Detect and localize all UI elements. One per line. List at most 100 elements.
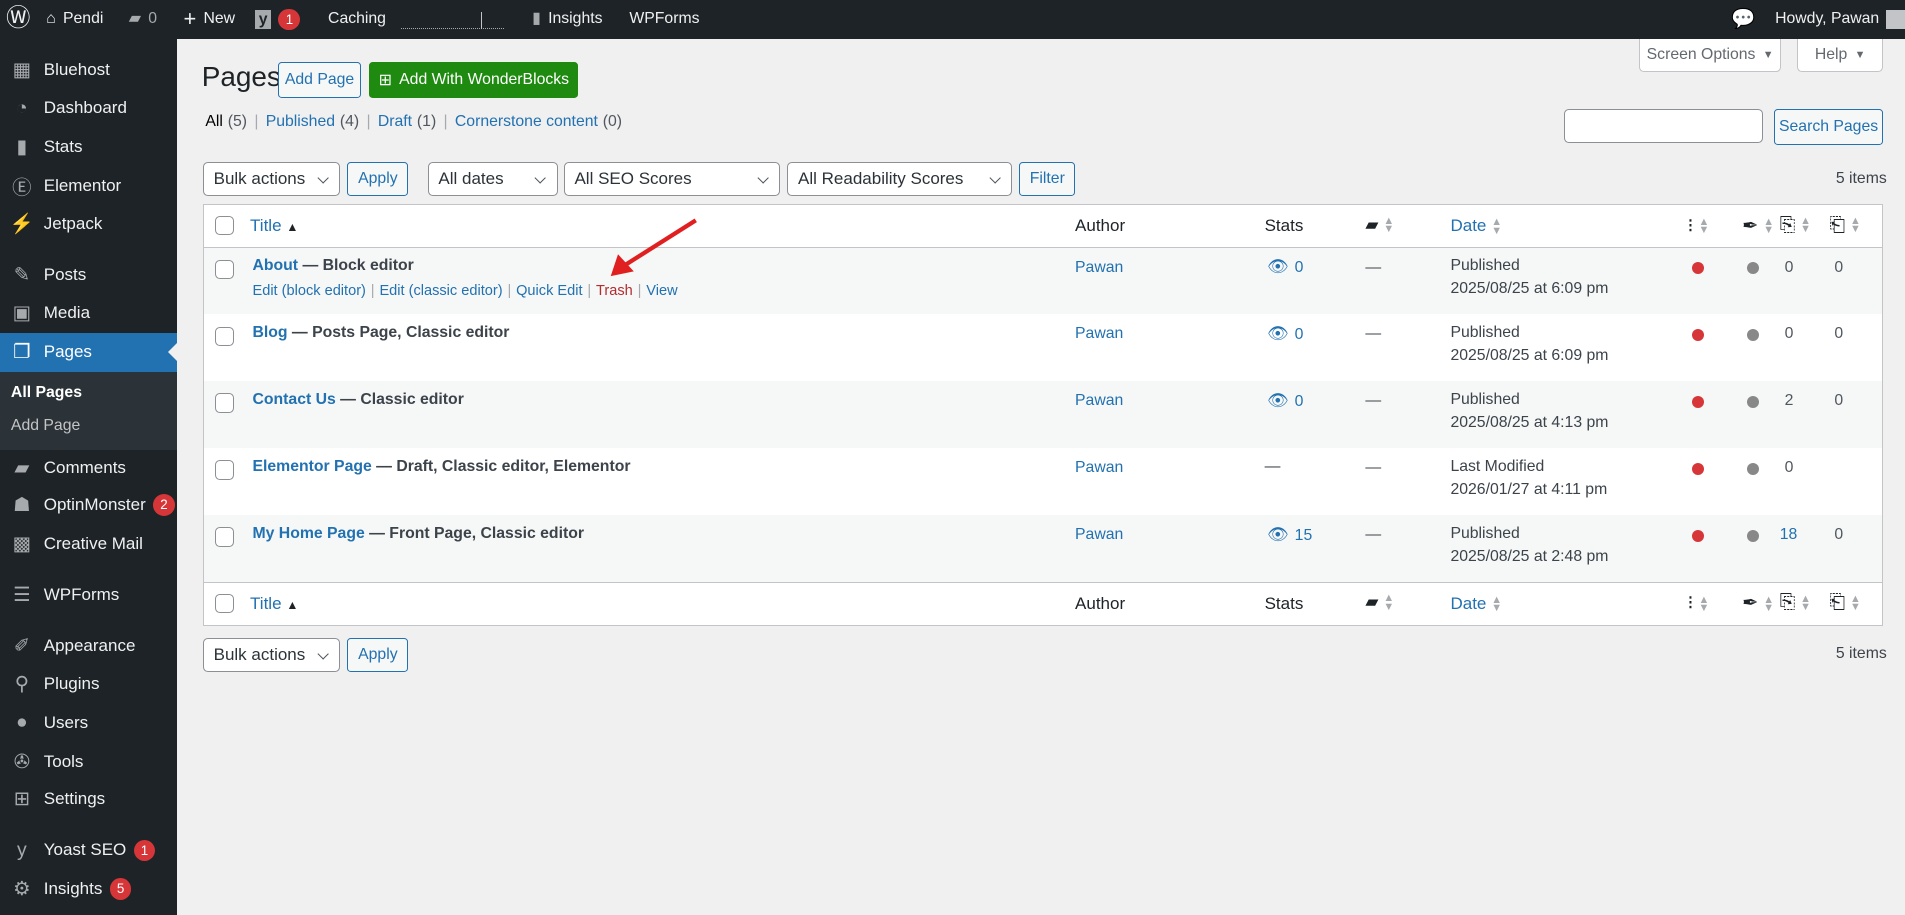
chat-icon[interactable]: 💬 — [1731, 0, 1755, 39]
select-all-checkbox[interactable] — [214, 216, 235, 236]
author-link[interactable]: Pawan — [1075, 392, 1123, 410]
page-title-link[interactable]: Blog — [252, 324, 287, 341]
stats-cell[interactable]: 👁 15 — [1267, 525, 1312, 545]
sidebar-item-comments[interactable]: ▰ Comments — [0, 448, 177, 487]
sidebar-item-stats[interactable]: ▮ Stats — [0, 128, 177, 167]
view-cornerstone-content[interactable]: Cornerstone content — [455, 113, 598, 130]
sidebar-item-users[interactable]: ● Users — [0, 703, 177, 742]
sidebar-item-pages[interactable]: ❐ Pages — [0, 332, 178, 372]
seo-scores-select[interactable]: All SEO Scores — [563, 161, 781, 196]
sidebar-item-plugins[interactable]: ⚲ Plugins — [0, 665, 177, 704]
page-title-link[interactable]: Elementor Page — [252, 458, 371, 475]
stats-cell[interactable]: 👁 0 — [1267, 257, 1303, 277]
stats-cell[interactable]: 👁 0 — [1267, 324, 1303, 344]
sidebar-item-jetpack[interactable]: ⚡ Jetpack — [0, 204, 177, 243]
site-name-link[interactable]: ⌂ Pendi — [46, 0, 103, 39]
add-with-wonderblocks-button[interactable]: ⊞ Add With WonderBlocks — [369, 61, 579, 99]
apply-button-bottom[interactable]: Apply — [347, 637, 409, 672]
sidebar-item-insights[interactable]: ⚙ Insights 5 — [0, 870, 177, 909]
sort-comments[interactable]: ▰ ▲ ▼ — [1365, 592, 1394, 612]
filter-button[interactable]: Filter — [1019, 161, 1076, 196]
account-menu[interactable]: Howdy, Pawan — [1775, 0, 1905, 39]
sort-comments[interactable]: ▰ ▲ ▼ — [1365, 215, 1394, 235]
screen-options-button[interactable]: Screen Options ▼ — [1639, 38, 1782, 72]
search-input[interactable] — [1563, 109, 1763, 144]
sort-outgoing-links[interactable]: ⎘ ▲ ▼ — [1780, 591, 1811, 614]
row-checkbox[interactable] — [214, 393, 235, 413]
date-value: 2025/08/25 at 6:09 pm — [1450, 347, 1609, 365]
sort-seo-score[interactable]: ⁝ ▲ ▼ — [1687, 214, 1709, 238]
page-state: — Front Page, Classic editor — [364, 524, 584, 542]
sort-arrows-icon: ▲ ▼ — [1763, 593, 1775, 615]
row-checkbox[interactable] — [214, 326, 235, 347]
sort-outgoing-links[interactable]: ⎘ ▲ ▼ — [1780, 214, 1811, 237]
new-content-link[interactable]: + New — [183, 0, 235, 39]
author-link[interactable]: Pawan — [1075, 526, 1123, 544]
notification-badge: 1 — [133, 839, 156, 862]
wpforms-link[interactable]: WPForms — [629, 0, 699, 39]
view-published[interactable]: Published — [266, 113, 335, 130]
sidebar-item-yoast-seo[interactable]: y Yoast SEO 1 — [0, 831, 177, 870]
sort-arrows-icon: ▲ ▼ — [1383, 592, 1395, 613]
bulk-actions-select-bottom[interactable]: Bulk actions — [202, 637, 341, 672]
sort-readability[interactable]: ✒ ▲ ▼ — [1742, 591, 1774, 615]
wordpress-logo-icon[interactable]: Ⓦ — [6, 0, 30, 39]
sidebar-item-settings[interactable]: ⊞ Settings — [0, 780, 177, 819]
sidebar-item-label: Dashboard — [43, 98, 127, 118]
dates-select[interactable]: All dates — [427, 161, 558, 196]
sidebar-item-media[interactable]: ▣ Media — [0, 294, 177, 333]
separator: | — [587, 282, 592, 299]
action-quick-edit[interactable]: Quick Edit — [516, 283, 582, 299]
apply-button[interactable]: Apply — [347, 161, 409, 196]
view-draft[interactable]: Draft — [378, 113, 412, 130]
page-title-link[interactable]: Contact Us — [252, 391, 335, 408]
insights-label: Insights — [548, 10, 603, 27]
sidebar-item-label: OptinMonster — [43, 495, 146, 515]
sort-arrows-icon: ▲ — [286, 220, 299, 235]
row-checkbox[interactable] — [214, 259, 235, 280]
add-page-button[interactable]: Add Page — [278, 61, 361, 99]
author-link[interactable]: Pawan — [1075, 259, 1123, 277]
row-checkbox[interactable] — [214, 460, 235, 480]
sidebar-item-elementor[interactable]: Ⓔ Elementor — [0, 166, 177, 205]
author-link[interactable]: Pawan — [1075, 459, 1123, 477]
home-icon: ⌂ — [46, 10, 56, 27]
yoast-link[interactable]: y1 — [255, 0, 301, 39]
select-all-checkbox[interactable] — [214, 593, 235, 614]
stats-sparkline[interactable] — [400, 10, 505, 30]
sort-incoming-links[interactable]: ⎗ ▲ ▼ — [1830, 591, 1861, 614]
sort-title[interactable]: Title ▲ — [250, 216, 298, 236]
submenu-item-all-pages[interactable]: All Pages — [11, 384, 82, 402]
sort-title[interactable]: Title ▲ — [250, 594, 298, 614]
author-link[interactable]: Pawan — [1075, 325, 1123, 343]
action-edit-block-editor[interactable]: Edit (block editor) — [252, 283, 365, 299]
row-checkbox[interactable] — [214, 527, 235, 547]
insights-link[interactable]: ▮ Insights — [532, 0, 602, 39]
help-button[interactable]: Help ▼ — [1796, 38, 1884, 72]
page-title-link[interactable]: My Home Page — [252, 525, 364, 542]
sort-seo-score[interactable]: ⁝ ▲ ▼ — [1687, 591, 1709, 615]
comments-link[interactable]: ▰ 0 — [129, 0, 157, 39]
sidebar-item-appearance[interactable]: ✐ Appearance — [0, 627, 177, 666]
sidebar-item-optinmonster[interactable]: ☗ OptinMonster 2 — [0, 486, 177, 525]
sort-incoming-links[interactable]: ⎗ ▲ ▼ — [1830, 214, 1861, 237]
sort-date[interactable]: Date ▲ ▼ — [1450, 594, 1502, 614]
page-title-link[interactable]: About — [252, 257, 298, 274]
sidebar-item-posts[interactable]: ✎ Posts — [0, 255, 177, 294]
sidebar-item-bluehost[interactable]: ▦ Bluehost — [0, 51, 177, 90]
sort-readability[interactable]: ✒ ▲ ▼ — [1742, 214, 1774, 238]
sort-date[interactable]: Date ▲ ▼ — [1450, 216, 1502, 236]
action-edit-classic-editor[interactable]: Edit (classic editor) — [379, 283, 502, 299]
sidebar-item-tools[interactable]: ✇ Tools — [0, 742, 177, 781]
submenu-item-add-page[interactable]: Add Page — [11, 417, 80, 435]
sidebar-item-creative-mail[interactable]: ▩ Creative Mail — [0, 525, 177, 564]
view-all[interactable]: All — [205, 113, 223, 130]
sidebar-item-wpforms[interactable]: ☰ WPForms — [0, 576, 177, 615]
outgoing-links-count: 18 — [1779, 525, 1798, 543]
readability-scores-select[interactable]: All Readability Scores — [787, 161, 1013, 196]
stats-cell[interactable]: 👁 0 — [1267, 391, 1303, 411]
sidebar-item-dashboard[interactable]: ◔ Dashboard — [0, 89, 177, 128]
bulk-actions-select[interactable]: Bulk actions — [202, 161, 341, 196]
caching-link[interactable]: Caching — [328, 0, 386, 39]
search-pages-button[interactable]: Search Pages — [1773, 109, 1884, 145]
